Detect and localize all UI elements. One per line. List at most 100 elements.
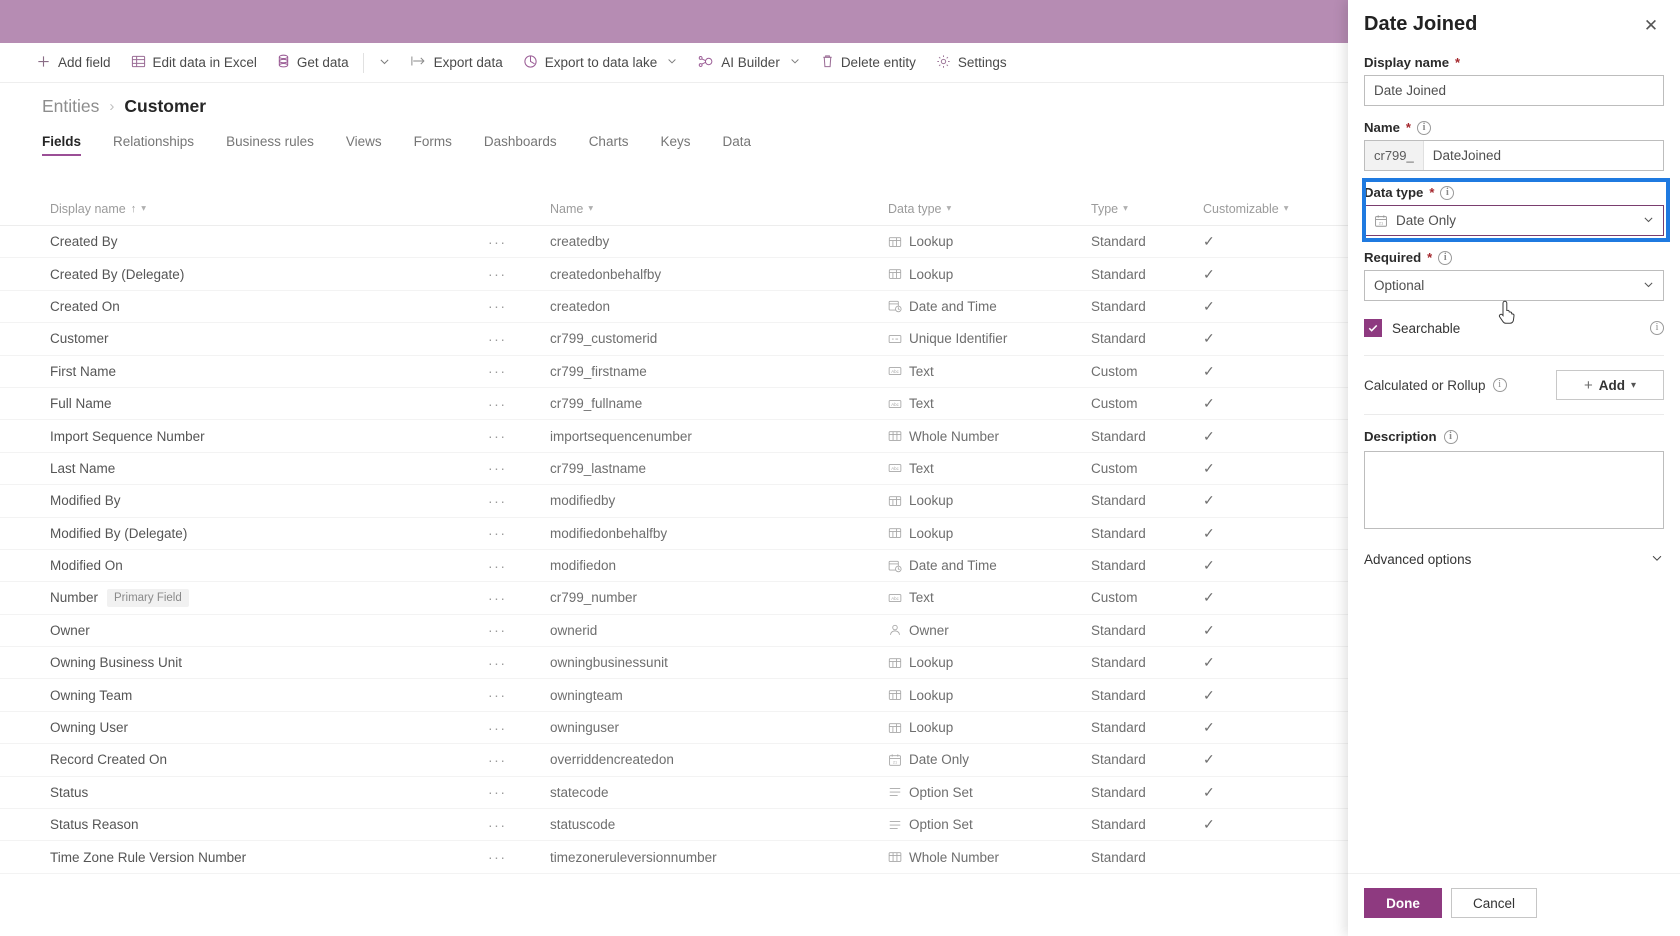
advanced-options-toggle[interactable]: Advanced options bbox=[1364, 551, 1664, 578]
row-context-menu-button[interactable]: ··· bbox=[488, 525, 550, 541]
cell-customizable: ✓ bbox=[1203, 816, 1343, 833]
table-row[interactable]: Created By ··· createdby Lookup Standard ✓ bbox=[0, 226, 1348, 259]
tab-dashboards[interactable]: Dashboards bbox=[468, 134, 573, 156]
field-display-name: Import Sequence Number bbox=[50, 428, 205, 444]
display-name-input[interactable]: Date Joined bbox=[1364, 75, 1664, 106]
tab-keys[interactable]: Keys bbox=[644, 134, 706, 156]
table-row[interactable]: Owner ··· ownerid Owner Standard ✓ bbox=[0, 615, 1348, 648]
info-icon[interactable]: i bbox=[1440, 185, 1455, 200]
row-context-menu-button[interactable]: ··· bbox=[488, 622, 550, 638]
ai-builder-button[interactable]: AI Builder bbox=[688, 47, 811, 79]
table-row[interactable]: Created By (Delegate) ··· createdonbehalfb… bbox=[0, 258, 1348, 291]
table-row[interactable]: Status ··· statecode Option Set Standard ✓ bbox=[0, 777, 1348, 810]
row-context-menu-button[interactable]: ··· bbox=[488, 493, 550, 509]
cell-display-name: Modified By bbox=[50, 493, 488, 508]
info-icon[interactable]: i bbox=[1443, 429, 1458, 444]
chevron-down-icon: ▾ bbox=[1283, 203, 1289, 214]
info-icon[interactable]: i bbox=[1416, 120, 1431, 135]
settings-button[interactable]: Settings bbox=[926, 47, 1017, 79]
get-data-chevron-button[interactable] bbox=[368, 47, 401, 79]
close-icon[interactable]: ✕ bbox=[1638, 13, 1664, 39]
row-context-menu-button[interactable]: ··· bbox=[488, 784, 550, 800]
export-data-label: Export data bbox=[433, 55, 503, 70]
data-type-value: Date Only bbox=[1396, 213, 1457, 228]
tab-charts[interactable]: Charts bbox=[573, 134, 645, 156]
cancel-button[interactable]: Cancel bbox=[1451, 888, 1537, 918]
required-dropdown[interactable]: Optional bbox=[1364, 270, 1664, 301]
row-context-menu-button[interactable]: ··· bbox=[488, 558, 550, 574]
data-type-dropdown[interactable]: 21 Date Only bbox=[1364, 205, 1664, 236]
row-context-menu-button[interactable]: ··· bbox=[488, 590, 550, 606]
table-row[interactable]: Created On ··· createdon Date and Time Stand… bbox=[0, 291, 1348, 324]
table-row[interactable]: Modified By (Delegate) ··· modifiedonbehal… bbox=[0, 518, 1348, 550]
option-set-icon bbox=[888, 818, 902, 832]
field-display-name: Status Reason bbox=[50, 817, 139, 833]
searchable-checkbox[interactable] bbox=[1364, 319, 1382, 337]
description-textarea[interactable] bbox=[1364, 451, 1664, 529]
row-context-menu-button[interactable]: ··· bbox=[488, 363, 550, 379]
row-context-menu-button[interactable]: ··· bbox=[488, 817, 550, 833]
info-icon[interactable]: i bbox=[1650, 321, 1664, 335]
tab-views[interactable]: Views bbox=[330, 134, 398, 156]
export-to-data-lake-button[interactable]: Export to data lake bbox=[513, 47, 689, 79]
delete-entity-label: Delete entity bbox=[840, 55, 916, 70]
info-icon[interactable]: i bbox=[1438, 250, 1453, 265]
table-row[interactable]: Owning Business Unit ··· owningbusinessuni… bbox=[0, 647, 1348, 680]
info-icon[interactable]: i bbox=[1492, 378, 1507, 392]
row-context-menu-button[interactable]: ··· bbox=[488, 687, 550, 703]
tab-fields[interactable]: Fields bbox=[42, 134, 97, 156]
edit-data-in-excel-button[interactable]: Edit data in Excel bbox=[121, 47, 267, 79]
row-context-menu-button[interactable]: ··· bbox=[488, 849, 550, 865]
column-header-data-type[interactable]: Data type ▾ bbox=[888, 202, 1091, 216]
cell-data-type: Option Set bbox=[888, 817, 1091, 832]
panel-header: Date Joined ✕ bbox=[1348, 0, 1680, 39]
row-context-menu-button[interactable]: ··· bbox=[488, 428, 550, 444]
row-context-menu-button[interactable]: ··· bbox=[488, 752, 550, 768]
cell-name: owningbusinessunit bbox=[550, 655, 668, 671]
table-row[interactable]: Owning User ··· owninguser Lookup Standard ✓ bbox=[0, 712, 1348, 745]
export-data-button[interactable]: Export data bbox=[401, 47, 513, 79]
row-context-menu-button[interactable]: ··· bbox=[488, 331, 550, 347]
add-calculated-field-button[interactable]: + Add ▾ bbox=[1556, 370, 1664, 400]
tab-relationships[interactable]: Relationships bbox=[97, 134, 210, 156]
column-header-name[interactable]: Name ▾ bbox=[550, 202, 888, 216]
table-row[interactable]: Customer ··· cr799_customerid Unique Identi… bbox=[0, 323, 1348, 356]
done-button[interactable]: Done bbox=[1364, 888, 1442, 918]
table-row[interactable]: Full Name ··· cr799_fullname Abc Text Custom ✓ bbox=[0, 388, 1348, 421]
name-input[interactable]: DateJoined bbox=[1424, 141, 1663, 170]
row-context-menu-button[interactable]: ··· bbox=[488, 234, 550, 250]
table-row[interactable]: Import Sequence Number ··· importsequencen… bbox=[0, 420, 1348, 453]
column-header-customizable[interactable]: Customizable ▾ bbox=[1203, 202, 1343, 216]
chevron-down-icon: ▾ bbox=[946, 203, 952, 214]
row-context-menu-button[interactable]: ··· bbox=[488, 266, 550, 282]
row-context-menu-button[interactable]: ··· bbox=[488, 396, 550, 412]
row-context-menu-button[interactable]: ··· bbox=[488, 298, 550, 314]
breadcrumb-entities-link[interactable]: Entities bbox=[42, 96, 99, 117]
row-context-menu-button[interactable]: ··· bbox=[488, 655, 550, 671]
trash-icon bbox=[821, 54, 834, 72]
tab-business-rules[interactable]: Business rules bbox=[210, 134, 330, 156]
cell-data-type: Option Set bbox=[888, 785, 1091, 800]
add-field-button[interactable]: Add field bbox=[26, 47, 121, 79]
table-row[interactable]: Modified By ··· modifiedby Lookup Standard ✓ bbox=[0, 485, 1348, 518]
column-header-type[interactable]: Type ▾ bbox=[1091, 202, 1203, 216]
row-context-menu-button[interactable]: ··· bbox=[488, 720, 550, 736]
table-row[interactable]: Modified On ··· modifiedon Date and Time Sta… bbox=[0, 550, 1348, 583]
table-row[interactable]: Time Zone Rule Version Number ··· timezone… bbox=[0, 841, 1348, 874]
row-context-menu-button[interactable]: ··· bbox=[488, 460, 550, 476]
table-row[interactable]: Status Reason ··· statuscode Option Set Stan… bbox=[0, 809, 1348, 842]
data-type-text: Lookup bbox=[909, 525, 954, 541]
table-row[interactable]: First Name ··· cr799_firstname Abc Text Custo… bbox=[0, 356, 1348, 388]
cell-type: Standard bbox=[1091, 234, 1146, 250]
table-row[interactable]: Owning Team ··· owningteam Lookup Standard ✓ bbox=[0, 679, 1348, 712]
column-header-display-name[interactable]: Display name ↑ ▾ bbox=[50, 202, 488, 216]
table-row[interactable]: Last Name ··· cr799_lastname Abc Text Custom ✓ bbox=[0, 453, 1348, 486]
tab-data[interactable]: Data bbox=[706, 134, 767, 156]
table-row[interactable]: Number Primary Field ··· cr799_number Abc Tex… bbox=[0, 582, 1348, 615]
tab-forms[interactable]: Forms bbox=[398, 134, 468, 156]
delete-entity-button[interactable]: Delete entity bbox=[811, 47, 926, 79]
description-label-row: Description i bbox=[1364, 429, 1664, 444]
table-row[interactable]: Record Created On ··· overriddencreatedon 2… bbox=[0, 744, 1348, 777]
get-data-button[interactable]: Get data bbox=[267, 47, 359, 79]
cell-display-name: First Name bbox=[50, 364, 488, 379]
